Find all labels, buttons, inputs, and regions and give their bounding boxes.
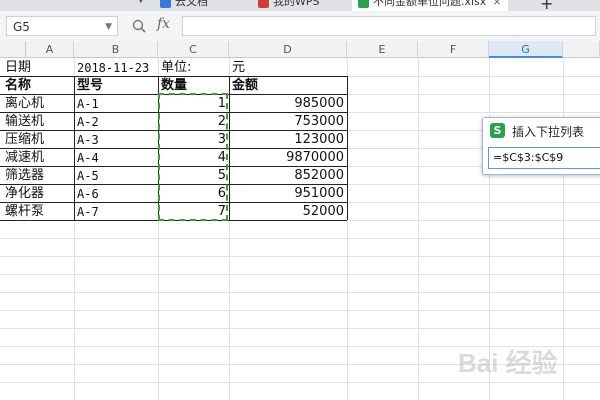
table-border	[347, 76, 348, 220]
gridline	[418, 58, 419, 400]
cell-date-value[interactable]: 2018-11-23	[74, 59, 158, 77]
cell-amount[interactable]: 753000	[229, 113, 347, 131]
cell-date-label[interactable]: 日期	[2, 59, 74, 77]
column-header-a[interactable]: A	[26, 41, 74, 58]
watermark-text: Bai 经验	[458, 348, 558, 378]
tab-label: 不同金额单位问题.xlsx	[373, 0, 487, 8]
header-name[interactable]: 名称	[2, 77, 74, 95]
gridline	[0, 256, 600, 257]
cell-model[interactable]: A-7	[74, 203, 158, 221]
cell-name[interactable]: 减速机	[2, 149, 74, 167]
gridline	[0, 238, 600, 239]
wps-s-icon: S	[490, 123, 505, 138]
cell-amount[interactable]: 852000	[229, 167, 347, 185]
cell-model[interactable]: A-5	[74, 167, 158, 185]
name-box-value: G5	[13, 20, 30, 34]
cell-name[interactable]: 螺杆泵	[2, 203, 74, 221]
header-amount[interactable]: 金额	[229, 77, 347, 95]
copy-marquee	[158, 93, 228, 221]
cell-unit-label[interactable]: 单位:	[158, 59, 229, 77]
gridline	[0, 328, 600, 329]
source-range-input[interactable]: =$C$3:$C$9	[488, 147, 600, 169]
formula-input[interactable]	[182, 16, 596, 36]
tab-my-wps[interactable]: 我的WPS	[258, 0, 320, 11]
column-header-h[interactable]	[563, 41, 600, 58]
gridline	[0, 292, 600, 293]
cell-model[interactable]: A-1	[74, 95, 158, 113]
popup-title: 插入下拉列表	[512, 125, 585, 139]
cell-model[interactable]: A-6	[74, 185, 158, 203]
baidu-watermark-logo: Bai 经验	[458, 348, 558, 378]
tab-menu-icon[interactable]: ▼	[137, 0, 145, 5]
cell-amount[interactable]: 951000	[229, 185, 347, 203]
spreadsheet-icon	[358, 0, 369, 8]
zoom-icon[interactable]	[132, 19, 146, 33]
tab-label: 云文档	[175, 0, 208, 8]
insert-dropdown-popup: S 插入下拉列表 =$C$3:$C$9	[482, 117, 600, 175]
table-border	[0, 76, 347, 77]
column-header-g[interactable]: G	[489, 41, 563, 58]
cell-unit-value[interactable]: 元	[229, 59, 347, 77]
column-header-c[interactable]: C	[158, 41, 229, 58]
wps-icon	[258, 0, 269, 8]
column-header-b[interactable]: B	[74, 41, 158, 58]
tab-cloud-docs[interactable]: 云文档	[160, 0, 208, 11]
formula-bar: G5 ▼ fx	[0, 11, 600, 42]
cell-name[interactable]: 净化器	[2, 185, 74, 203]
tab-bar: ▼ 云文档 我的WPS 不同金额单位问题.xlsx × +	[0, 0, 600, 11]
cell-model[interactable]: A-4	[74, 149, 158, 167]
tab-workbook[interactable]: 不同金额单位问题.xlsx ×	[352, 0, 508, 11]
cell-name[interactable]: 输送机	[2, 113, 74, 131]
cell-model[interactable]: A-2	[74, 113, 158, 131]
column-header-e[interactable]: E	[347, 41, 418, 58]
column-header-f[interactable]: F	[418, 41, 489, 58]
cell-name[interactable]: 压缩机	[2, 131, 74, 149]
cell-name[interactable]: 筛选器	[2, 167, 74, 185]
popup-header[interactable]: S 插入下拉列表	[483, 118, 600, 143]
select-all-corner[interactable]	[0, 41, 26, 58]
chevron-down-icon[interactable]: ▼	[105, 17, 112, 37]
cell-amount[interactable]: 52000	[229, 203, 347, 221]
cell-model[interactable]: A-3	[74, 131, 158, 149]
header-model[interactable]: 型号	[74, 77, 158, 95]
fx-icon[interactable]: fx	[157, 16, 170, 32]
tab-label: 我的WPS	[273, 0, 320, 8]
column-header-d[interactable]: D	[229, 41, 347, 58]
cell-amount[interactable]: 9870000	[229, 149, 347, 167]
cell-amount[interactable]: 985000	[229, 95, 347, 113]
cell-name[interactable]: 离心机	[2, 95, 74, 113]
gridline	[0, 274, 600, 275]
new-tab-button[interactable]: +	[540, 0, 553, 11]
table-border	[74, 76, 75, 220]
table-border	[229, 76, 230, 220]
name-box[interactable]: G5 ▼	[6, 16, 118, 36]
gridline	[0, 310, 600, 311]
cloud-docs-icon	[160, 0, 171, 8]
cell-amount[interactable]: 123000	[229, 131, 347, 149]
close-tab-icon[interactable]: ×	[492, 0, 501, 8]
